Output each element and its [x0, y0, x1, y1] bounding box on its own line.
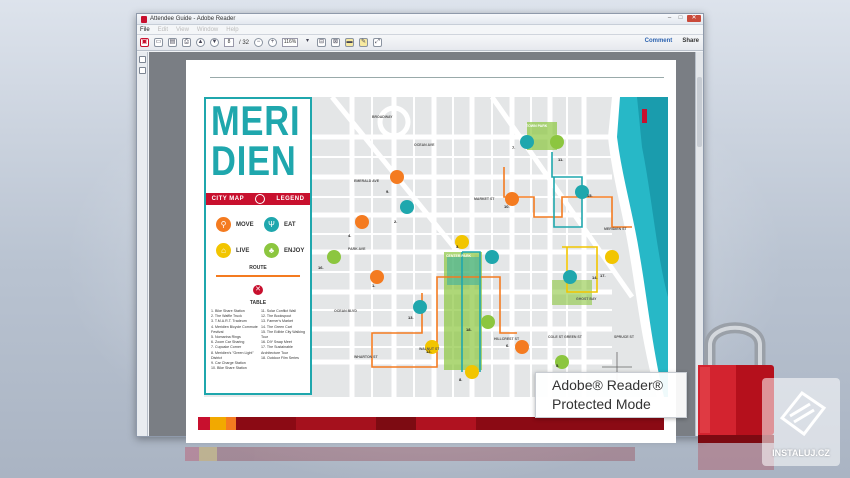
- watermark-text: INSTALUJ.CZ: [772, 448, 830, 458]
- table-column-2: 11. Solar Conflict Wall 12. The Bookspou…: [261, 309, 305, 360]
- window-reflection: [185, 447, 635, 461]
- street-label: WHARTON ST: [354, 355, 378, 359]
- street-label: OCEAN AVE: [414, 143, 435, 147]
- zoom-dropdown-icon[interactable]: ▾: [303, 38, 312, 47]
- route-label: ROUTE: [249, 265, 267, 271]
- highlight-icon[interactable]: ✎: [359, 38, 369, 47]
- menu-help[interactable]: Help: [226, 27, 238, 33]
- street-label: PARK AVE: [348, 247, 366, 251]
- menu-view[interactable]: View: [176, 27, 189, 33]
- eat-icon: Ψ: [264, 217, 279, 232]
- share-tab[interactable]: Share: [682, 38, 699, 44]
- legend-eat: EAT: [284, 222, 296, 228]
- street-label: OCEAN BLVD: [334, 309, 357, 313]
- protected-mode-badge: Adobe® Reader® Protected Mode: [535, 372, 687, 418]
- fit-page-icon[interactable]: ⊟: [317, 38, 327, 47]
- marker-label: 9.: [386, 189, 390, 194]
- seal-icon: [255, 194, 266, 204]
- legend-move: MOVE: [236, 222, 254, 228]
- page-rule: [210, 77, 664, 78]
- marker-label: 18.: [466, 327, 472, 332]
- watermark-badge: INSTALUJ.CZ: [762, 378, 840, 466]
- map-title: MERI DIEN: [211, 97, 301, 184]
- street-label: MERIDIEN ST: [604, 227, 627, 231]
- pdf-app-icon: [141, 15, 147, 23]
- page-total: / 32: [239, 39, 250, 46]
- street-label: HILLCREST ST: [494, 337, 520, 341]
- marker-label: 1.: [372, 283, 376, 288]
- legend-live: LIVE: [236, 248, 250, 254]
- enjoy-icon: ♣: [264, 243, 279, 258]
- street-label: GREEN ST: [564, 335, 582, 339]
- map-legend-panel: MERI DIEN CITY MAP LEGEND ⚲ MOVE Ψ EAT ⌂…: [204, 97, 312, 395]
- street-label: EMERALD AVE: [354, 179, 380, 183]
- marker-label: 16.: [318, 265, 324, 270]
- marker-label: 14.: [592, 275, 598, 280]
- street-label: COLE ST: [548, 335, 564, 339]
- park-label: CENTER PARK: [446, 254, 472, 258]
- comment-tab[interactable]: Comment: [645, 38, 673, 44]
- color-stripes: [198, 417, 664, 430]
- marker-label: 4.: [348, 233, 352, 238]
- toolbar: ▣ ▭ ▤ ⎙ ▲ ▼ 8 / 32 − + 116% ▾ ⊟ ⊠ ▬ ✎ ⤢ …: [137, 34, 703, 51]
- badge-line-1: Adobe® Reader®: [552, 377, 663, 393]
- prev-page-icon[interactable]: ▲: [196, 38, 205, 47]
- page-thumbnails-icon[interactable]: [139, 56, 146, 63]
- marker-label: 6.: [506, 343, 510, 348]
- marker-label: 10.: [504, 204, 510, 209]
- print-icon[interactable]: ⎙: [182, 38, 191, 47]
- create-pdf-icon[interactable]: ▣: [140, 38, 149, 47]
- fit-width-icon[interactable]: ⊠: [331, 38, 341, 47]
- next-page-icon[interactable]: ▼: [210, 38, 219, 47]
- navigation-pane: [137, 52, 148, 436]
- marker-label: 5.: [556, 363, 560, 368]
- page-number-input[interactable]: 8: [224, 38, 234, 47]
- move-icon: ⚲: [216, 217, 231, 232]
- close-button[interactable]: ✕: [687, 15, 701, 22]
- park-label: TOWN PARK: [526, 124, 548, 128]
- street-label: MARKET ST: [474, 197, 495, 201]
- scrollbar-thumb[interactable]: [697, 77, 702, 147]
- marker-label: 7.: [512, 145, 516, 150]
- marker-label: 2.: [394, 219, 398, 224]
- menu-window[interactable]: Window: [197, 27, 218, 33]
- zoom-in-icon[interactable]: +: [268, 38, 278, 47]
- table-column-1: 1. Bike Share Station 2. The Waffle Truc…: [211, 309, 258, 371]
- maximize-button[interactable]: □: [676, 15, 685, 22]
- marker-label: 3.: [456, 244, 460, 249]
- route-line-sample: [216, 275, 300, 277]
- save-icon[interactable]: ▤: [168, 38, 177, 47]
- menu-edit[interactable]: Edit: [158, 27, 168, 33]
- badge-line-2: Protected Mode: [552, 396, 651, 412]
- attachments-icon[interactable]: [139, 67, 146, 74]
- legend-enjoy: ENJOY: [284, 248, 305, 254]
- city-map: MERI DIEN CITY MAP LEGEND ⚲ MOVE Ψ EAT ⌂…: [204, 97, 668, 397]
- no-route-icon: ✕: [253, 285, 263, 295]
- park-label: GHOST BAY: [576, 297, 597, 301]
- marker-label: 8.: [459, 377, 463, 382]
- open-icon[interactable]: ▭: [154, 38, 163, 47]
- live-icon: ⌂: [216, 243, 231, 258]
- title-bar: Attendee Guide - Adobe Reader – □ ✕: [137, 14, 703, 25]
- table-label: TABLE: [249, 300, 267, 306]
- marker-label: 15.: [587, 193, 593, 198]
- street-label: SPRUCE ST: [614, 335, 635, 339]
- menu-bar: File Edit View Window Help: [137, 25, 703, 34]
- sticky-note-icon[interactable]: ▬: [345, 38, 355, 47]
- marker-label: 13.: [408, 315, 414, 320]
- window-title: Attendee Guide - Adobe Reader: [150, 16, 236, 22]
- expand-icon[interactable]: ⤢: [373, 38, 383, 47]
- marker-label: 11.: [558, 157, 564, 162]
- watermark-logo-icon: [779, 390, 827, 437]
- marker-label: 12.: [426, 349, 432, 354]
- minimize-button[interactable]: –: [665, 15, 674, 22]
- menu-file[interactable]: File: [140, 27, 150, 33]
- legend-banner: CITY MAP LEGEND: [206, 193, 310, 205]
- marker-label: 17.: [600, 273, 606, 278]
- street-label: BROADWAY: [372, 115, 393, 119]
- zoom-out-icon[interactable]: −: [254, 38, 264, 47]
- zoom-input[interactable]: 116%: [282, 38, 299, 47]
